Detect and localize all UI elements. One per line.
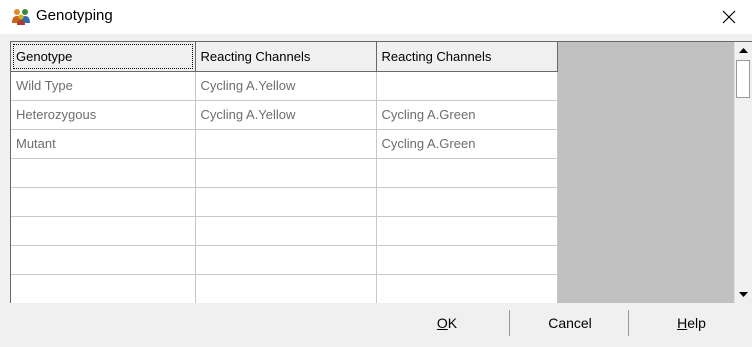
scroll-thumb[interactable] [736, 60, 750, 98]
people-group-icon [12, 9, 30, 25]
cell-genotype[interactable] [11, 245, 196, 275]
cell-reacting-channels-2[interactable]: Cycling A.Green [376, 100, 558, 130]
table-row [11, 187, 558, 217]
cell-reacting-channels-2[interactable]: Cycling A.Green [376, 129, 558, 159]
cancel-label: Cancel [548, 315, 592, 331]
ok-mnemonic: O [436, 315, 448, 331]
window-title: Genotyping [36, 7, 113, 24]
ok-button[interactable]: OK [385, 310, 510, 336]
cell-reacting-channels-2[interactable] [376, 274, 558, 303]
title-bar: Genotyping [0, 0, 752, 34]
scroll-up-button[interactable] [735, 42, 752, 59]
cell-reacting-channels-1[interactable] [195, 245, 377, 275]
genotype-table: Genotype Reacting Channels Reacting Chan… [11, 42, 558, 303]
genotype-grid[interactable]: Genotype Reacting Channels Reacting Chan… [10, 41, 752, 303]
dialog-client-area: Genotype Reacting Channels Reacting Chan… [0, 34, 752, 347]
column-header-reacting-channels-1[interactable]: Reacting Channels [195, 42, 377, 72]
close-button[interactable] [706, 0, 752, 34]
table-row [11, 158, 558, 188]
table-row [11, 274, 558, 303]
table-row: Mutant Cycling A.Green [11, 129, 558, 159]
ok-label-rest: K [447, 315, 458, 331]
cell-genotype[interactable] [11, 158, 196, 188]
cell-reacting-channels-1[interactable]: Cycling A.Yellow [195, 100, 377, 130]
cell-reacting-channels-1[interactable] [195, 158, 377, 188]
table-row [11, 216, 558, 246]
cell-genotype[interactable]: Mutant [11, 129, 196, 159]
scroll-up-arrow-icon [739, 48, 748, 53]
cell-reacting-channels-2[interactable] [376, 187, 558, 217]
header-row: Genotype Reacting Channels Reacting Chan… [11, 42, 558, 72]
cancel-button[interactable]: Cancel [512, 310, 629, 336]
scroll-down-arrow-icon [739, 292, 748, 297]
cell-reacting-channels-1[interactable] [195, 187, 377, 217]
cell-reacting-channels-1[interactable]: Cycling A.Yellow [195, 71, 377, 101]
cell-reacting-channels-2[interactable] [376, 71, 558, 101]
column-header-reacting-channels-2[interactable]: Reacting Channels [376, 42, 558, 72]
table-row: Heterozygous Cycling A.Yellow Cycling A.Gr… [11, 100, 558, 130]
cell-reacting-channels-2[interactable] [376, 245, 558, 275]
help-label-rest: elp [687, 315, 706, 331]
help-button[interactable]: Help [631, 310, 752, 336]
vertical-scrollbar[interactable] [734, 42, 752, 303]
cell-reacting-channels-1[interactable] [195, 216, 377, 246]
close-icon [722, 10, 736, 24]
cell-reacting-channels-1[interactable] [195, 274, 377, 303]
help-mnemonic: H [677, 315, 688, 331]
cell-reacting-channels-1[interactable] [195, 129, 377, 159]
cell-genotype[interactable] [11, 274, 196, 303]
table-row: Wild Type Cycling A.Yellow [11, 71, 558, 101]
cell-reacting-channels-2[interactable] [376, 158, 558, 188]
cell-genotype[interactable] [11, 216, 196, 246]
table-row [11, 245, 558, 275]
scroll-down-button[interactable] [735, 286, 752, 303]
column-header-genotype[interactable]: Genotype [11, 42, 196, 72]
cell-genotype[interactable]: Heterozygous [11, 100, 196, 130]
cell-genotype[interactable] [11, 187, 196, 217]
cell-genotype[interactable]: Wild Type [11, 71, 196, 101]
cell-reacting-channels-2[interactable] [376, 216, 558, 246]
